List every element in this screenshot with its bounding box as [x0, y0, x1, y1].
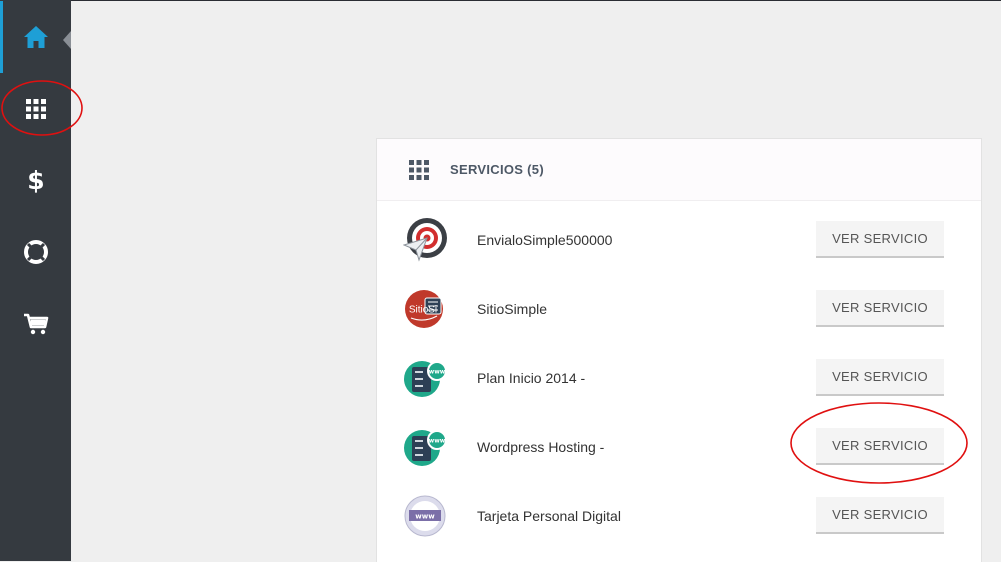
sidebar: $ [0, 0, 71, 561]
dollar-icon: $ [27, 166, 44, 194]
sidebar-item-services[interactable] [0, 73, 71, 145]
top-border [0, 0, 1001, 1]
view-service-button[interactable]: VER SERVICIO [816, 221, 944, 258]
active-indicator-caret [63, 31, 71, 49]
svg-text:SitioSi: SitioSi [409, 304, 437, 315]
service-name: Plan Inicio 2014 - [477, 369, 586, 386]
view-service-button[interactable]: VER SERVICIO [816, 359, 944, 396]
view-service-button[interactable]: VER SERVICIO [816, 290, 944, 327]
sidebar-item-cart[interactable] [0, 288, 71, 360]
view-service-button[interactable]: VER SERVICIO [816, 428, 944, 465]
target-paperplane-icon [403, 217, 447, 262]
panel-title: SERVICIOS (5) [450, 162, 544, 177]
service-row: www Wordpress Hosting - VER SERVICIO [377, 412, 981, 481]
services-panel-header: SERVICIOS (5) [377, 139, 981, 201]
svg-text:www: www [429, 437, 446, 444]
service-name: Tarjeta Personal Digital [477, 507, 621, 524]
view-service-button[interactable]: VER SERVICIO [816, 497, 944, 534]
svg-text:$: $ [27, 166, 44, 194]
www-card-icon: www [404, 495, 446, 536]
service-name: SitioSimple [477, 300, 548, 317]
service-row: EnvialoSimple500000 VER SERVICIO [377, 205, 981, 274]
service-name: Wordpress Hosting - [477, 438, 605, 455]
lifebuoy-icon [23, 240, 48, 264]
service-row: SitioSi SitioSimple VER SERVICIO [377, 274, 981, 343]
sidebar-item-support[interactable] [0, 216, 71, 288]
home-icon [23, 26, 48, 48]
cart-icon [23, 313, 48, 335]
sitiosimple-logo-icon: SitioSi [405, 289, 443, 328]
svg-text:www: www [429, 368, 446, 375]
sidebar-item-home[interactable] [0, 1, 71, 73]
sidebar-item-billing[interactable]: $ [0, 144, 71, 216]
service-row: www Tarjeta Personal Digital VER SERVICI… [377, 481, 981, 550]
service-row: www Plan Inicio 2014 - VER SERVICIO [377, 343, 981, 412]
grid-icon [25, 99, 46, 119]
grid-icon [409, 159, 429, 180]
svg-text:www: www [415, 512, 435, 520]
services-panel: SERVICIOS (5) EnvialoSimple500000 VER SE… [376, 138, 982, 562]
server-www-icon: www [404, 360, 447, 397]
service-name: EnvialoSimple500000 [477, 231, 613, 248]
server-www-icon: www [404, 429, 447, 466]
